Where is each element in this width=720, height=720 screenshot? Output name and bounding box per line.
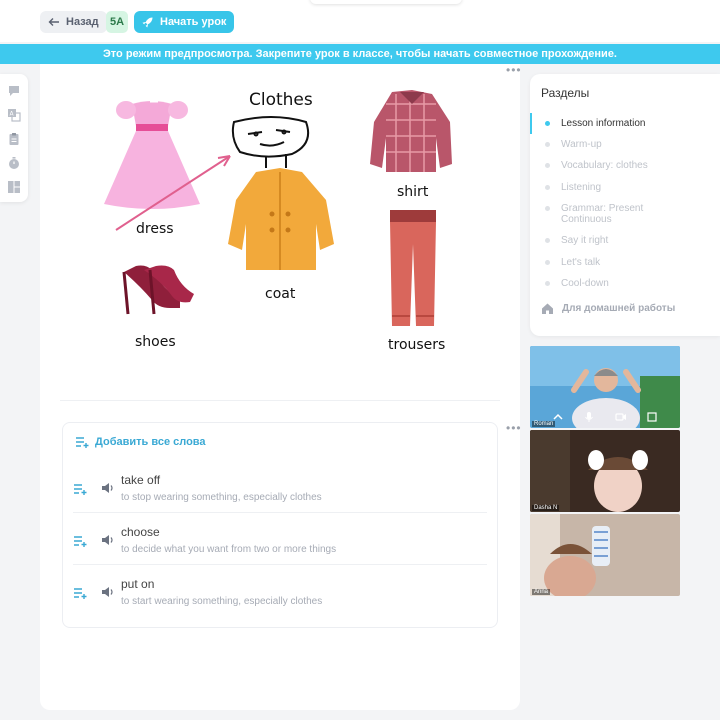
section-label: Listening xyxy=(561,182,602,193)
section-dot xyxy=(545,206,550,211)
video-feed-student xyxy=(530,430,680,512)
row-divider xyxy=(73,512,487,513)
speaker-icon[interactable] xyxy=(100,585,114,599)
section-label: Say it right xyxy=(561,235,609,246)
label-dress: dress xyxy=(136,221,174,237)
add-all-words-label: Добавить все слова xyxy=(95,436,206,448)
preview-banner-text: Это режим предпросмотра. Закрепите урок … xyxy=(102,48,617,60)
chat-icon[interactable] xyxy=(7,84,21,98)
section-item-grammar[interactable]: Grammar: Present Continuous xyxy=(530,203,680,225)
label-trousers: trousers xyxy=(388,337,446,353)
lesson-content-card: ••• Clothes dress coat shirt shoes trous… xyxy=(40,64,522,710)
section-label: Lesson information xyxy=(561,118,646,129)
word-term: choose xyxy=(121,525,160,539)
vocabulary-list: Добавить все слова take off to stop wear… xyxy=(62,422,498,628)
class-badge[interactable]: 5A xyxy=(106,11,128,33)
translate-icon[interactable]: A xyxy=(7,108,21,122)
section-dot xyxy=(545,185,550,190)
participant-name: Roman xyxy=(532,421,556,427)
speaker-icon[interactable] xyxy=(100,533,114,547)
top-toolbar-tab[interactable] xyxy=(310,0,462,4)
speaker-icon[interactable] xyxy=(100,481,114,495)
add-word-icon[interactable] xyxy=(73,587,87,599)
section-item-listening[interactable]: Listening xyxy=(530,182,720,193)
label-coat: coat xyxy=(265,286,296,302)
section-dot xyxy=(545,142,550,147)
word-definition: to decide what you want from two or more… xyxy=(121,544,337,555)
participant-name: Anna xyxy=(532,589,551,595)
clothes-illustration: Clothes dress coat shirt shoes trousers xyxy=(40,64,520,364)
section-item-say-it-right[interactable]: Say it right xyxy=(530,235,720,246)
microphone-icon[interactable] xyxy=(583,411,595,423)
start-lesson-button[interactable]: Начать урок xyxy=(134,11,235,33)
participant-name: Dasha N xyxy=(532,505,560,511)
homework-label: Для домашней работы xyxy=(562,303,676,314)
back-button[interactable]: Назад xyxy=(40,11,107,33)
timer-icon[interactable] xyxy=(7,156,21,170)
home-icon xyxy=(542,303,553,314)
dress-image xyxy=(104,99,200,209)
label-shirt: shirt xyxy=(397,184,429,200)
start-lesson-label: Начать урок xyxy=(160,16,227,28)
doodle-face xyxy=(231,116,310,168)
layout-icon[interactable] xyxy=(7,180,21,194)
label-shoes: shoes xyxy=(135,334,176,350)
section-item-cool-down[interactable]: Cool-down xyxy=(530,278,720,289)
section-label: Warm-up xyxy=(561,139,602,150)
section-label: Grammar: Present Continuous xyxy=(561,203,644,225)
row-divider xyxy=(73,564,487,565)
words-more-options[interactable]: ••• xyxy=(506,422,522,434)
section-dot xyxy=(545,281,550,286)
add-all-words-button[interactable]: Добавить все слова xyxy=(75,436,206,448)
rocket-icon xyxy=(142,17,153,28)
word-definition: to stop wearing something, especially cl… xyxy=(121,492,322,503)
section-item-vocabulary[interactable]: Vocabulary: clothes xyxy=(530,160,720,171)
word-row: put on to start wearing something, espec… xyxy=(73,567,487,617)
sections-title: Разделы xyxy=(541,86,590,100)
clipboard-icon[interactable] xyxy=(7,132,21,146)
video-tile[interactable]: Roman xyxy=(530,346,680,428)
image-title: Clothes xyxy=(249,90,313,110)
section-dot xyxy=(545,238,550,243)
expand-icon[interactable] xyxy=(646,411,658,423)
back-button-label: Назад xyxy=(66,16,99,28)
shoes-image xyxy=(122,265,194,315)
section-divider xyxy=(60,400,500,401)
word-term: put on xyxy=(121,577,155,591)
section-item-warm-up[interactable]: Warm-up xyxy=(530,139,720,150)
trousers-image xyxy=(390,210,436,326)
tool-rail: A xyxy=(0,74,28,202)
video-tile[interactable]: Anna xyxy=(530,514,680,596)
section-dot xyxy=(545,260,550,265)
section-item-lesson-information[interactable]: Lesson information xyxy=(530,113,720,134)
add-word-icon[interactable] xyxy=(73,535,87,547)
section-label: Vocabulary: clothes xyxy=(561,160,648,171)
arrow-left-icon xyxy=(48,18,59,26)
word-row: choose to decide what you want from two … xyxy=(73,515,487,565)
word-term: take off xyxy=(121,473,161,487)
coat-image xyxy=(228,168,334,270)
camera-icon[interactable] xyxy=(615,411,627,423)
add-word-icon[interactable] xyxy=(73,483,87,495)
section-dot xyxy=(545,163,550,168)
shirt-image xyxy=(370,90,452,172)
sections-panel: Разделы Lesson information Warm-up Vocab… xyxy=(530,74,720,336)
section-label: Cool-down xyxy=(561,278,609,289)
word-row: take off to stop wearing something, espe… xyxy=(73,463,487,513)
add-list-icon xyxy=(76,437,89,448)
top-bar: Назад 5A Начать урок xyxy=(0,0,720,42)
video-tile[interactable]: Dasha N xyxy=(530,430,680,512)
preview-banner: Это режим предпросмотра. Закрепите урок … xyxy=(0,44,720,64)
homework-link[interactable]: Для домашней работы xyxy=(541,302,675,315)
video-feed-student xyxy=(530,514,680,596)
section-dot xyxy=(545,121,550,126)
section-item-lets-talk[interactable]: Let's talk xyxy=(530,257,720,268)
word-definition: to start wearing something, especially c… xyxy=(121,596,323,607)
section-label: Let's talk xyxy=(561,257,601,268)
